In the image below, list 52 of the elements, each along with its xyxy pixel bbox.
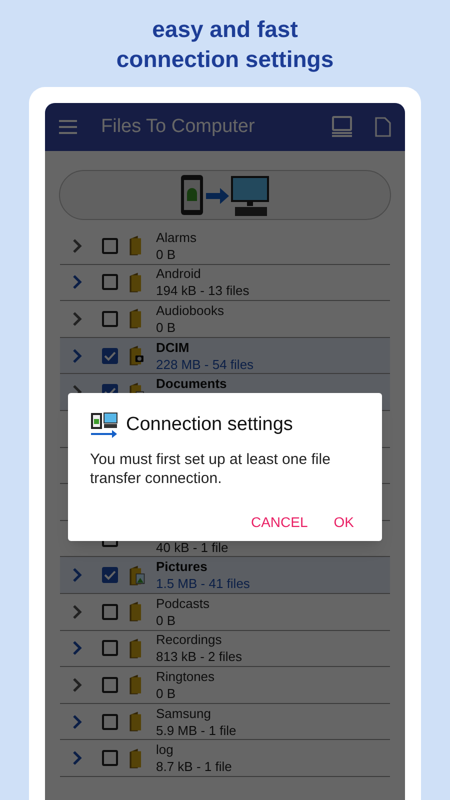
checkbox[interactable] [102, 310, 118, 327]
folder-info: 0 B [156, 684, 177, 702]
folder-name: DCIM [156, 338, 190, 356]
checkbox[interactable] [102, 714, 118, 730]
folder-name: Ringtones [156, 668, 215, 685]
dialog-button[interactable]: CANCEL [250, 512, 308, 532]
connection-icon [90, 412, 118, 438]
folder-row[interactable]: Pictures 1.5 MB - 41 files [60, 557, 390, 594]
phone-to-computer-icon [179, 173, 271, 217]
folder-name: Podcasts [156, 594, 210, 612]
folder-info: 5.9 MB - 1 file [156, 722, 236, 739]
checkbox[interactable] [102, 348, 118, 364]
folder-info: 40 kB - 1 file [156, 538, 228, 556]
folder-name: Pictures [156, 558, 208, 576]
folder-name: Android [156, 265, 202, 282]
app-title: Files To Computer [101, 114, 256, 139]
checkmark-icon [104, 570, 116, 580]
folder-info: 194 kB - 13 files [156, 282, 250, 300]
folder-name: Recordings [156, 631, 223, 648]
dialog-button[interactable]: OK [334, 512, 354, 532]
checkbox[interactable] [102, 567, 118, 584]
folder-name: Samsung [156, 704, 212, 722]
checkbox[interactable] [102, 238, 118, 254]
folder-info: 0 B [156, 612, 177, 629]
checkbox[interactable] [102, 676, 118, 693]
checkmark-icon [104, 350, 116, 361]
checkbox[interactable] [102, 640, 118, 656]
folder-info: 1.5 MB - 41 files [156, 575, 250, 592]
transfer-button[interactable] [59, 170, 391, 220]
dialog-message: You must first set up at least one file transfer connection. [90, 450, 332, 488]
folder-row[interactable]: Recordings 813 kB - 2 files [60, 630, 390, 668]
file-icon[interactable] [375, 117, 391, 137]
folder-name: log [156, 741, 174, 758]
computer-icon[interactable] [331, 116, 353, 138]
folder-name: Alarms [156, 228, 196, 246]
folder-icon [128, 345, 146, 366]
folder-info: 0 B [156, 318, 177, 336]
folder-info: 228 MB - 54 files [156, 356, 254, 373]
checkbox[interactable] [102, 274, 118, 290]
folder-icon [128, 564, 146, 586]
folder-row[interactable]: Android 194 kB - 13 files [60, 264, 390, 302]
folder-row[interactable]: DCIM 228 MB - 54 files [60, 338, 390, 374]
checkbox[interactable] [102, 750, 118, 766]
folder-name: Audiobooks [156, 302, 224, 319]
folder-name: Documents [156, 375, 227, 392]
checkbox[interactable] [102, 604, 118, 620]
headline: easy and fast connection settings [115, 15, 335, 74]
menu-icon[interactable] [59, 120, 79, 134]
folder-info: 0 B [156, 246, 177, 263]
folder-info: 813 kB - 2 files [156, 648, 242, 666]
folder-info: 8.7 kB - 1 file [156, 758, 232, 776]
dialog-title: Connection settings [126, 413, 293, 437]
